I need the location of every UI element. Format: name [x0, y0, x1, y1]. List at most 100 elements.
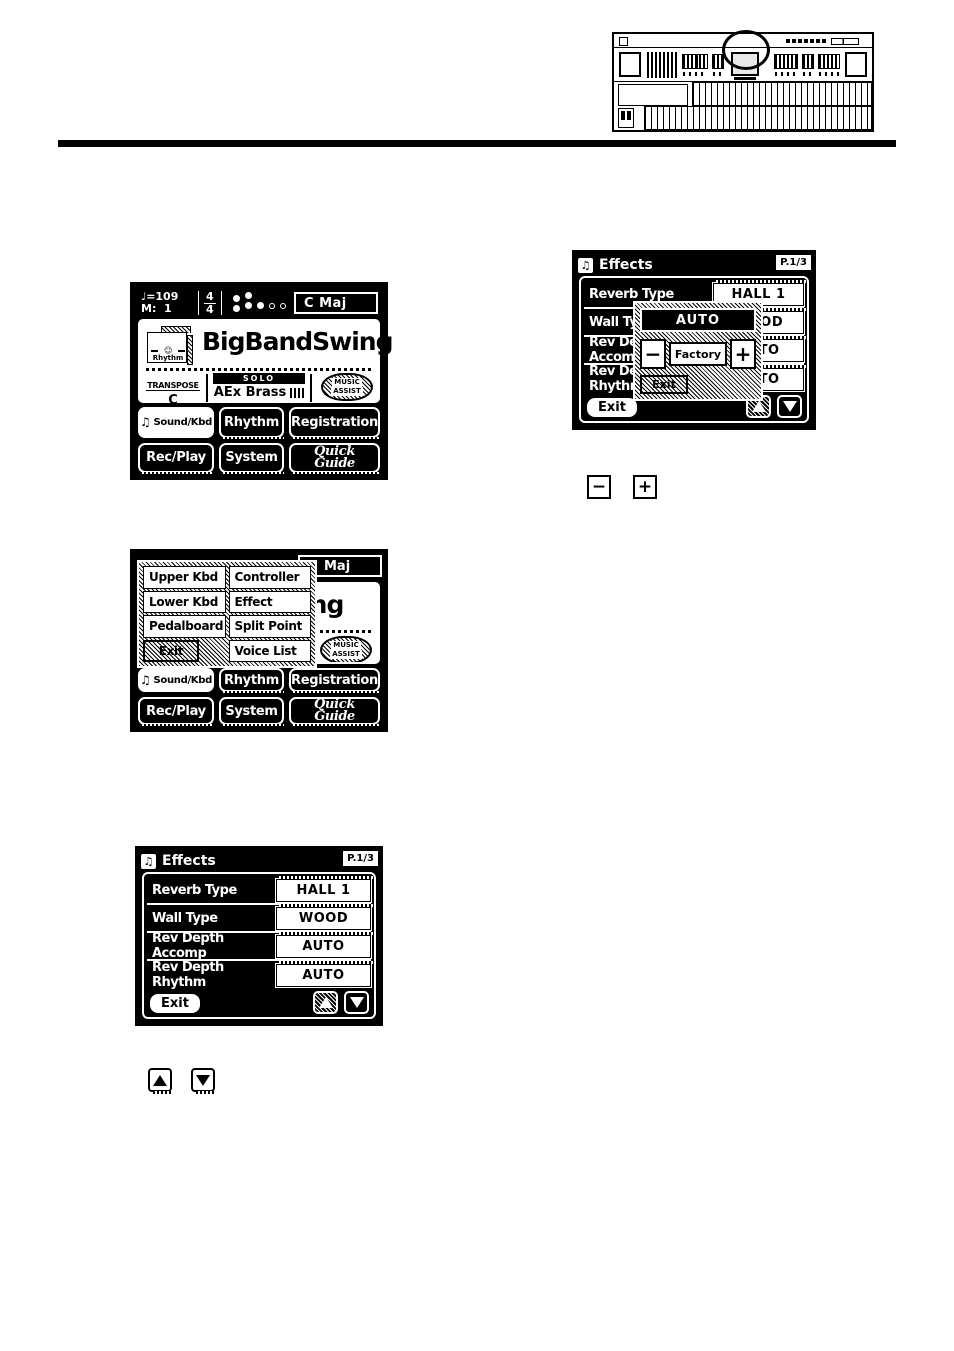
button-registration-label: Registration — [291, 414, 378, 430]
measure-label: M: — [141, 302, 157, 315]
menu-item-pedalboard[interactable]: Pedalboard — [143, 615, 226, 638]
menu-item-exit[interactable]: Exit — [143, 639, 199, 662]
popup-exit-button[interactable]: Exit — [640, 375, 688, 394]
row-value-wall-type[interactable]: WOOD — [275, 903, 373, 931]
effects-title-bar-4: ♫ Effects — [141, 851, 377, 871]
page-badge-3: P.1/3 — [776, 255, 811, 270]
transpose-value: C — [168, 393, 178, 408]
button-sound-kbd[interactable]: ♫ Sound/Kbd — [138, 407, 214, 438]
time-sig-bottom: 4 — [206, 302, 214, 316]
measure-value: 1 — [164, 302, 172, 315]
row-label-reverb-type: Reverb Type — [152, 882, 237, 898]
quick-guide-2-line2: Guide — [314, 709, 355, 724]
down-triangle-icon-4 — [349, 997, 364, 1008]
solo-label: SOLO — [213, 373, 305, 384]
popup-factory-button[interactable]: Factory — [669, 342, 727, 366]
menu-item-exit-label: Exit — [158, 643, 184, 658]
pedal-control-block — [618, 108, 634, 128]
page-down-button-3[interactable] — [777, 395, 802, 418]
exit-button-3[interactable]: Exit — [587, 398, 637, 417]
button-registration-2-label: Registration — [291, 672, 378, 688]
quick-guide-line2: Guide — [314, 455, 355, 471]
effects-row-rev-depth-rhythm: Rev Depth Rhythm AUTO — [147, 960, 373, 990]
row-value-reverb-type[interactable]: HALL 1 — [275, 875, 373, 903]
minus-glyph: − — [591, 476, 607, 497]
up-key-icon[interactable] — [148, 1068, 173, 1094]
slider-group-icon — [786, 38, 866, 45]
page-down-button-4[interactable] — [344, 991, 369, 1014]
beat-indicator — [232, 292, 286, 312]
header-divider — [58, 140, 896, 147]
button-rhythm-2-label: Rhythm — [224, 672, 279, 688]
music-assist-line2-partial: ASSIST — [330, 650, 362, 659]
card-vdivider-1 — [206, 374, 208, 402]
button-rec-play[interactable]: Rec/Play — [138, 442, 214, 474]
card-vdivider-2 — [310, 374, 312, 402]
solo-value: AEx Brass — [213, 385, 287, 400]
transpose-field[interactable]: TRANSPOSE C — [145, 373, 201, 408]
effects-row-wall-type: Wall Type WOOD — [147, 903, 373, 933]
panel-button-left — [619, 52, 641, 77]
music-assist-button[interactable]: MUSIC ASSIST — [321, 373, 373, 401]
button-rec-play-2[interactable]: Rec/Play — [138, 697, 214, 726]
plus-key-icon[interactable]: + — [633, 475, 657, 499]
effects-title: Effects — [599, 257, 653, 273]
button-system-2[interactable]: System — [218, 697, 285, 726]
button-system[interactable]: System — [218, 442, 285, 474]
rhythm-folder-label: Rhythm — [152, 354, 184, 362]
menu-item-split-point[interactable]: Split Point — [228, 615, 311, 638]
menu-item-upper-kbd[interactable]: Upper Kbd — [143, 566, 226, 589]
button-rhythm-2[interactable]: Rhythm — [218, 668, 285, 693]
music-assist-line1: MUSIC — [332, 378, 362, 387]
menu-item-voice-list[interactable]: Voice List — [228, 639, 311, 662]
popup-minus-button[interactable]: − — [640, 339, 666, 369]
button-quick-guide[interactable]: Quick Guide — [289, 442, 380, 474]
up-triangle-icon-4 — [318, 997, 333, 1008]
button-sound-kbd-2[interactable]: ♫ Sound/Kbd — [138, 668, 214, 692]
exit-button-4[interactable]: Exit — [150, 994, 200, 1013]
menu-item-split-point-label: Split Point — [234, 619, 303, 634]
button-quick-guide-2[interactable]: Quick Guide — [289, 697, 380, 726]
status-bar: ♩=109 M: 1 4 4 C Maj — [137, 288, 381, 318]
page-badge-4: P.1/3 — [343, 851, 378, 866]
popup-plus-button[interactable]: + — [730, 339, 756, 369]
button-rhythm-label: Rhythm — [224, 414, 279, 430]
button-sound-kbd-label: Sound/Kbd — [153, 416, 212, 428]
lcd-screen-main: ♩=109 M: 1 4 4 C Maj ☺ Rhythm BigBandSwi… — [130, 282, 394, 480]
minus-key-icon[interactable]: − — [587, 475, 611, 499]
music-note-icon-2: ♫ — [140, 673, 151, 687]
lcd-screen-effects: ♫ Effects P.1/3 Reverb Type HALL 1 Wall … — [135, 846, 383, 1026]
music-note-icon: ♫ — [140, 415, 151, 430]
value-edit-popup: AUTO − Factory + Exit — [633, 301, 763, 401]
main-button-grid-2: ♫ Sound/Kbd Rhythm Registration Rec/Play … — [138, 668, 380, 726]
button-rec-play-label: Rec/Play — [146, 450, 206, 466]
button-system-2-label: System — [225, 703, 278, 719]
row-value-rev-depth-accomp[interactable]: AUTO — [275, 931, 373, 959]
down-triangle-icon-3 — [782, 401, 797, 412]
menu-item-effect[interactable]: Effect — [228, 590, 311, 613]
button-rhythm[interactable]: Rhythm — [218, 407, 285, 438]
menu-item-controller-label: Controller — [234, 570, 300, 585]
effects-footer-4: Exit — [144, 987, 374, 1017]
button-registration-2[interactable]: Registration — [289, 668, 380, 693]
sound-kbd-menu-overlay: Upper Kbd Controller Lower Kbd Effect Pe… — [137, 560, 317, 668]
panel-group-5 — [802, 54, 814, 76]
music-assist-button-partial[interactable]: MUSIC ASSIST — [320, 636, 372, 662]
down-key-icon[interactable] — [191, 1068, 216, 1094]
page-up-button-4[interactable] — [313, 991, 338, 1014]
solo-field[interactable]: SOLO AEx Brass — [213, 373, 305, 403]
menu-item-lower-kbd[interactable]: Lower Kbd — [143, 590, 226, 613]
button-system-label: System — [225, 450, 278, 466]
time-sig-top: 4 — [204, 289, 216, 304]
panel-group-4 — [774, 54, 798, 76]
panel-group-1 — [682, 54, 708, 76]
tempo-display: ♩=109 M: 1 — [137, 291, 193, 315]
effects-body-4: Reverb Type HALL 1 Wall Type WOOD Rev De… — [142, 872, 376, 1019]
row-value-rev-depth-rhythm[interactable]: AUTO — [275, 960, 373, 988]
button-registration[interactable]: Registration — [289, 407, 380, 438]
menu-item-controller[interactable]: Controller — [228, 566, 311, 589]
row-label-reverb-type-3: Reverb Type — [589, 286, 674, 302]
up-triangle-icon-3 — [751, 401, 766, 412]
row-label-wall-type: Wall Type — [152, 910, 218, 926]
card-divider — [146, 368, 372, 371]
